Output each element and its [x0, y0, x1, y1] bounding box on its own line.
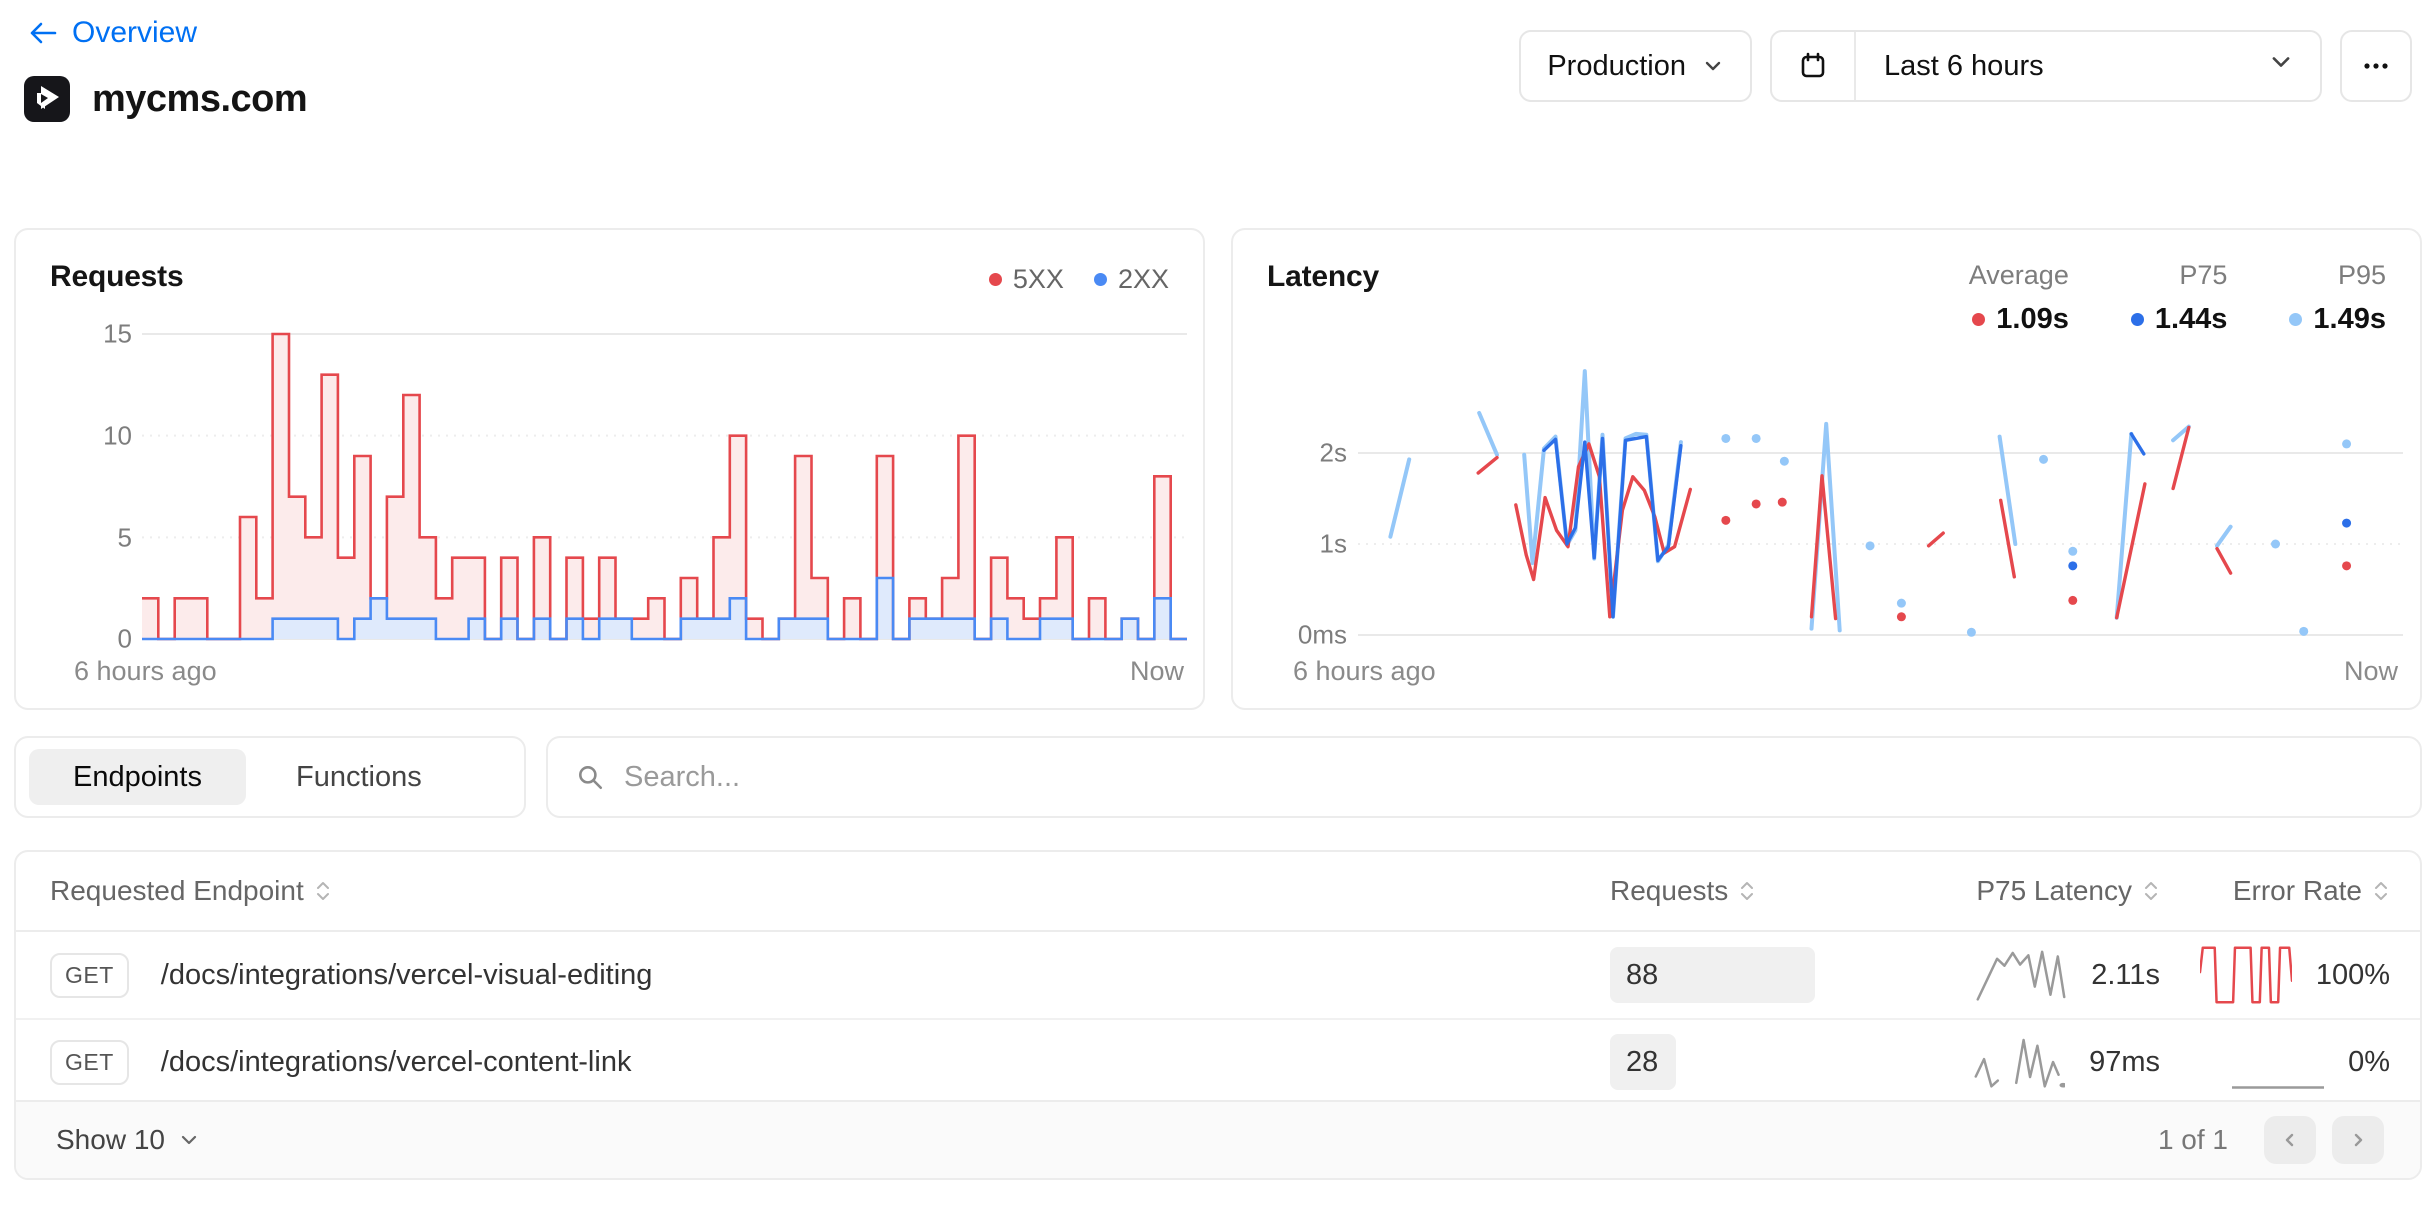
column-header-requested-endpoint[interactable]: Requested Endpoint [50, 875, 1610, 907]
light-blue-dot-icon [2289, 313, 2302, 326]
sort-chevrons-icon [1738, 878, 1756, 904]
y-tick-label: 10 [38, 421, 132, 452]
calendar-icon[interactable] [1772, 32, 1856, 100]
next-page-button[interactable] [2332, 1116, 2384, 1164]
method-badge: GET [50, 1040, 129, 1085]
latency-sparkline [1975, 946, 2067, 1004]
charts-row: Requests 5XX 2XX 15 10 5 0 6 hours [14, 228, 2422, 710]
latency-chart-card: Latency Average 1.09s P75 1.44s [1231, 228, 2422, 710]
more-options-button[interactable] [2340, 30, 2412, 102]
stat-p95: P95 1.49s [2289, 260, 2386, 336]
chevron-down-icon [1702, 55, 1724, 77]
column-header-error-rate[interactable]: Error Rate [2160, 875, 2390, 907]
view-tabs: Endpoints Functions [14, 736, 526, 818]
chevron-down-icon [2268, 49, 2320, 83]
red-dot-icon [989, 273, 1002, 286]
error-rate-sparkline [2232, 1033, 2324, 1091]
requests-legend: 5XX 2XX [989, 264, 1169, 295]
latency-sparkline [1973, 1033, 2065, 1091]
blue-dot-icon [2131, 313, 2144, 326]
red-dot-icon [1972, 313, 1985, 326]
back-label: Overview [72, 16, 197, 50]
y-tick-label: 0 [38, 624, 132, 655]
y-tick-label: 15 [38, 319, 132, 350]
tab-endpoints[interactable]: Endpoints [29, 749, 246, 805]
magnifier-icon [576, 763, 604, 791]
sort-chevrons-icon [2142, 878, 2160, 904]
search-input[interactable] [624, 761, 2392, 794]
requests-count-bar: 88 [1610, 947, 1815, 1003]
site-header: mycms.com [24, 76, 307, 122]
table-header-row: Requested Endpoint Requests P75 Latency … [16, 852, 2420, 932]
x-axis-start-label: 6 hours ago [1293, 656, 1436, 687]
x-axis-end-label: Now [2344, 656, 2398, 687]
sort-chevrons-icon [2372, 878, 2390, 904]
search-box [546, 736, 2422, 818]
latency-stats: Average 1.09s P75 1.44s [1969, 260, 2386, 336]
error-rate-value: 100% [2316, 959, 2390, 992]
page-size-dropdown[interactable]: Show 10 [56, 1124, 199, 1156]
page-status: 1 of 1 [2158, 1124, 2228, 1156]
chevron-right-icon [2349, 1131, 2367, 1149]
requests-chart-title: Requests [50, 260, 183, 294]
legend-item-2xx: 2XX [1094, 264, 1169, 295]
requests-chart-card: Requests 5XX 2XX 15 10 5 0 6 hours [14, 228, 1205, 710]
column-header-p75-latency[interactable]: P75 Latency [1870, 875, 2160, 907]
latency-chart [1358, 360, 2403, 650]
y-tick-label: 2s [1253, 438, 1347, 469]
requests-count-bar: 28 [1610, 1034, 1676, 1090]
back-to-overview-link[interactable]: Overview [26, 16, 197, 50]
previous-page-button[interactable] [2264, 1116, 2316, 1164]
arrow-left-icon [26, 19, 58, 47]
filter-row: Endpoints Functions [14, 736, 2422, 818]
y-tick-label: 0ms [1253, 620, 1347, 651]
y-tick-label: 1s [1253, 529, 1347, 560]
environment-dropdown[interactable]: Production [1519, 30, 1752, 102]
time-range-dropdown[interactable]: Last 6 hours [1770, 30, 2322, 102]
column-header-requests[interactable]: Requests [1610, 875, 1870, 907]
sort-chevrons-icon [314, 878, 332, 904]
error-rate-sparkline [2200, 946, 2292, 1004]
deploy-arrow-icon [24, 76, 70, 122]
chevron-down-icon [179, 1130, 199, 1150]
p75-latency-value: 2.11s [2091, 959, 2160, 992]
endpoint-path: /docs/integrations/vercel-content-link [161, 1046, 632, 1079]
legend-item-5xx: 5XX [989, 264, 1064, 295]
table-row[interactable]: GET /docs/integrations/vercel-visual-edi… [16, 932, 2420, 1018]
latency-chart-title: Latency [1267, 260, 1379, 294]
chevron-left-icon [2281, 1131, 2299, 1149]
table-row[interactable]: GET /docs/integrations/vercel-content-li… [16, 1018, 2420, 1104]
error-rate-value: 0% [2348, 1046, 2390, 1079]
method-badge: GET [50, 953, 129, 998]
page-title: mycms.com [92, 78, 307, 121]
x-axis-start-label: 6 hours ago [74, 656, 217, 687]
environment-label: Production [1547, 50, 1686, 83]
time-range-label: Last 6 hours [1856, 50, 2268, 83]
stat-average: Average 1.09s [1969, 260, 2069, 336]
blue-dot-icon [1094, 273, 1107, 286]
ellipsis-icon [2359, 49, 2393, 83]
table-footer: Show 10 1 of 1 [16, 1100, 2420, 1178]
x-axis-end-label: Now [1130, 656, 1184, 687]
tab-functions[interactable]: Functions [252, 749, 466, 805]
y-tick-label: 5 [38, 523, 132, 554]
endpoint-path: /docs/integrations/vercel-visual-editing [161, 959, 653, 992]
header-controls: Production Last 6 hours [1519, 30, 2412, 102]
pagination: 1 of 1 [2158, 1116, 2384, 1164]
requests-chart [142, 316, 1187, 661]
observability-page: Overview mycms.com Production [0, 0, 2436, 1218]
stat-p75: P75 1.44s [2131, 260, 2228, 336]
endpoints-table: Requested Endpoint Requests P75 Latency … [14, 850, 2422, 1180]
p75-latency-value: 97ms [2089, 1046, 2160, 1079]
